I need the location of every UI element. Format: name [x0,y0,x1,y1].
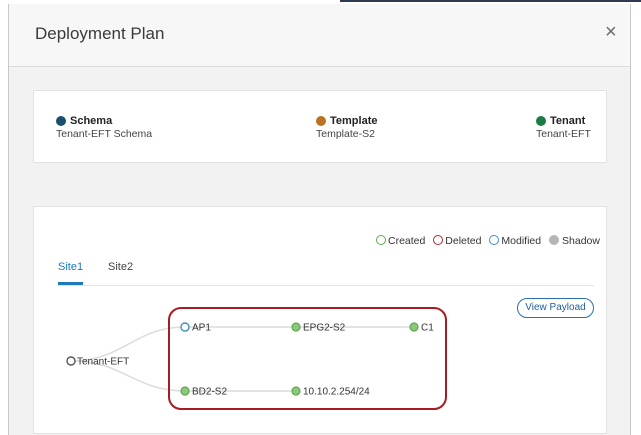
tenant-dot-icon [536,116,546,126]
schema-label: Schema [70,115,113,127]
window-top-accent [340,0,641,2]
template-value: Template-S2 [316,128,375,140]
summary-card: Schema Tenant-EFT Schema Template Templa… [33,90,607,163]
deployment-graph: Tenant-EFT AP1 EPG2-S2 C1 BD2-S2 10.10.2… [66,307,447,410]
contract-node-label: C1 [421,323,434,334]
epg-node-label: EPG2-S2 [303,323,346,334]
tenant-node-label: Tenant-EFT [77,357,129,368]
close-icon[interactable]: × [605,22,617,42]
bd-node-label: BD2-S2 [192,387,227,398]
contract-node[interactable] [409,322,419,332]
subnet-node[interactable] [291,386,301,396]
epg-node[interactable] [291,322,301,332]
template-label: Template [330,115,378,127]
ap-node[interactable] [180,322,190,332]
deployment-plan-dialog: Deployment Plan × Schema Tenant-EFT Sche… [8,4,631,435]
subnet-node-label: 10.10.2.254/24 [303,387,370,398]
bd-node[interactable] [180,386,190,396]
tenant-value: Tenant-EFT [536,128,591,140]
site-plan-card: Created Deleted Modified Shadow Site1 Si… [33,206,607,434]
schema-value: Tenant-EFT Schema [56,128,153,140]
dialog-header: Deployment Plan × [9,4,630,67]
ap-node-label: AP1 [192,323,211,334]
template-dot-icon [316,116,326,126]
tenant-label: Tenant [550,115,586,127]
schema-dot-icon [56,116,66,126]
dialog-title: Deployment Plan [35,24,165,43]
tenant-node[interactable] [66,356,76,366]
